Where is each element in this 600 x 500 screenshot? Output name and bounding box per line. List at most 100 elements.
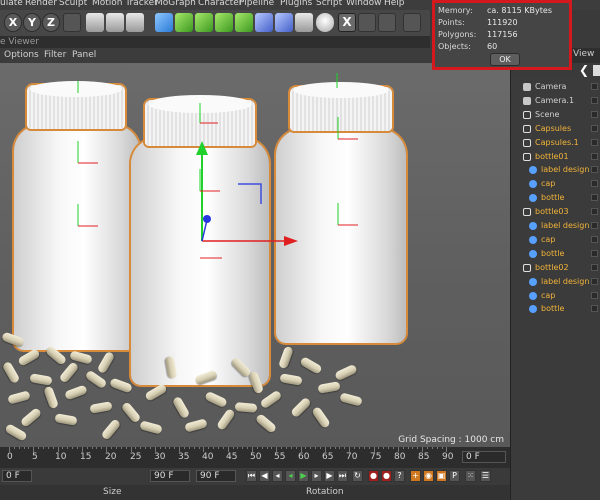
layout-icon[interactable] xyxy=(403,13,421,32)
scale-key-icon[interactable]: ▣ xyxy=(436,470,447,482)
object-row[interactable]: bottle02 xyxy=(511,261,600,275)
render-settings-icon[interactable] xyxy=(126,13,144,32)
object-icon xyxy=(529,194,537,203)
visibility-toggle-icon[interactable] xyxy=(591,180,598,188)
visibility-toggle-icon[interactable] xyxy=(591,291,598,299)
object-row[interactable]: Capsules xyxy=(511,122,600,136)
current-frame-field[interactable]: 0 F xyxy=(462,451,506,463)
coordinate-system-icon[interactable] xyxy=(63,13,81,32)
render-picture-viewer-icon[interactable] xyxy=(106,13,124,32)
menu-motion-tracker[interactable]: Motion Tracker xyxy=(92,0,158,8)
visibility-toggle-icon[interactable] xyxy=(591,124,598,132)
next-key-button[interactable]: ▶ xyxy=(324,470,335,482)
visibility-toggle-icon[interactable] xyxy=(591,83,598,90)
previous-frame-button[interactable]: ◂ xyxy=(272,470,283,482)
x-axis-lock-button[interactable]: X xyxy=(4,13,22,32)
3d-viewport[interactable]: Grid Spacing : 1000 cm xyxy=(0,63,510,447)
menu-plugins[interactable]: Plugins xyxy=(280,0,312,8)
menu-pipeline[interactable]: Pipeline xyxy=(239,0,274,8)
visibility-toggle-icon[interactable] xyxy=(591,194,598,202)
object-row[interactable]: Capsules.1 xyxy=(511,136,600,150)
array-icon[interactable] xyxy=(215,13,233,32)
go-to-start-button[interactable]: ⏮ xyxy=(246,470,257,482)
menu-sculpt[interactable]: Sculpt xyxy=(59,0,87,8)
back-arrow-icon[interactable]: ❮ xyxy=(579,63,589,77)
spline-pen-icon[interactable] xyxy=(175,13,193,32)
play-backward-button[interactable]: ◂ xyxy=(285,470,296,482)
menu-render[interactable]: Render xyxy=(25,0,57,8)
next-frame-button[interactable]: ▸ xyxy=(311,470,322,482)
previous-key-button[interactable]: ◀ xyxy=(259,470,270,482)
object-row[interactable]: cap xyxy=(511,177,600,191)
ok-button[interactable]: OK xyxy=(490,53,520,66)
record-button[interactable]: ● xyxy=(368,470,379,482)
grid-icon[interactable] xyxy=(358,13,376,32)
menu-help[interactable]: Help xyxy=(384,0,405,8)
start-frame-field[interactable]: 0 F xyxy=(2,470,32,482)
menu-window[interactable]: Window xyxy=(346,0,382,8)
object-row[interactable]: bottle01 xyxy=(511,150,600,164)
object-row[interactable]: label design xyxy=(511,275,600,289)
deformer-icon[interactable] xyxy=(255,13,273,32)
keyframe-selection-icon[interactable]: ? xyxy=(394,470,405,482)
viewport-menu-filter[interactable]: Filter xyxy=(44,50,66,60)
y-axis-lock-button[interactable]: Y xyxy=(23,13,41,32)
visibility-toggle-icon[interactable] xyxy=(591,152,598,160)
visibility-toggle-icon[interactable] xyxy=(591,110,598,118)
visibility-toggle-icon[interactable] xyxy=(591,263,598,271)
nurbs-icon[interactable] xyxy=(195,13,213,32)
point-level-icon[interactable]: ⁙ xyxy=(465,470,476,482)
tab-viewer[interactable]: e Viewer xyxy=(0,36,39,48)
end-frame-field[interactable]: 90 F xyxy=(150,470,190,482)
viewport-menu-options[interactable]: Options xyxy=(4,50,39,60)
visibility-toggle-icon[interactable] xyxy=(591,222,598,229)
document-icon[interactable] xyxy=(593,65,600,76)
object-row[interactable]: bottle xyxy=(511,191,600,205)
autokey-button[interactable]: ● xyxy=(381,470,392,482)
visibility-toggle-icon[interactable] xyxy=(591,305,598,313)
object-row[interactable]: Scene xyxy=(511,108,600,122)
visibility-toggle-icon[interactable] xyxy=(591,208,598,216)
menu-simulate[interactable]: ulate xyxy=(0,0,23,8)
object-row[interactable]: cap xyxy=(511,289,600,303)
cloner-icon[interactable] xyxy=(235,13,253,32)
visibility-toggle-icon[interactable] xyxy=(591,138,598,146)
object-row[interactable]: Camera.1 xyxy=(511,94,600,108)
camera-icon[interactable] xyxy=(295,13,313,32)
object-row[interactable]: label design xyxy=(511,163,600,177)
visibility-toggle-icon[interactable] xyxy=(591,277,598,285)
object-row[interactable]: label design xyxy=(511,219,600,233)
menu-script[interactable]: Script xyxy=(316,0,342,8)
cube-icon[interactable] xyxy=(155,13,173,32)
visibility-toggle-icon[interactable] xyxy=(591,96,598,104)
play-button[interactable]: ▶ xyxy=(298,470,309,482)
close-x-button[interactable]: X xyxy=(338,13,356,32)
object-row[interactable]: bottle xyxy=(511,247,600,261)
timeline-menu-icon[interactable]: ☰ xyxy=(480,470,491,482)
param-key-icon[interactable]: P xyxy=(449,470,460,482)
position-key-icon[interactable]: + xyxy=(410,470,421,482)
light-icon[interactable] xyxy=(316,13,334,32)
render-view-icon[interactable] xyxy=(86,13,104,32)
object-row[interactable]: cap xyxy=(511,233,600,247)
menu-mograph[interactable]: MoGraph xyxy=(155,0,196,8)
floor-icon[interactable] xyxy=(275,13,293,32)
object-row[interactable]: Camera xyxy=(511,80,600,94)
visibility-toggle-icon[interactable] xyxy=(591,249,598,257)
rotation-key-icon[interactable]: ◉ xyxy=(423,470,434,482)
go-to-end-button[interactable]: ⏭ xyxy=(337,470,348,482)
menu-character[interactable]: Character xyxy=(198,0,242,8)
viewport-menu-panel[interactable]: Panel xyxy=(72,50,96,60)
object-row[interactable]: bottle03 xyxy=(511,205,600,219)
timeline-tick-mark xyxy=(383,447,385,449)
preview-end-field[interactable]: 90 F xyxy=(196,470,236,482)
snap-icon[interactable] xyxy=(378,13,396,32)
visibility-toggle-icon[interactable] xyxy=(591,235,598,243)
object-icon xyxy=(529,180,537,189)
object-row[interactable]: bottle xyxy=(511,302,600,316)
loop-icon[interactable]: ↻ xyxy=(352,470,363,482)
z-axis-lock-button[interactable]: Z xyxy=(42,13,60,32)
view-menu[interactable]: View xyxy=(573,49,594,59)
timeline-ruler[interactable]: 0 5 10 15 20 25 30 35 40 45 50 55 60 65 … xyxy=(0,447,510,468)
visibility-toggle-icon[interactable] xyxy=(591,166,598,174)
